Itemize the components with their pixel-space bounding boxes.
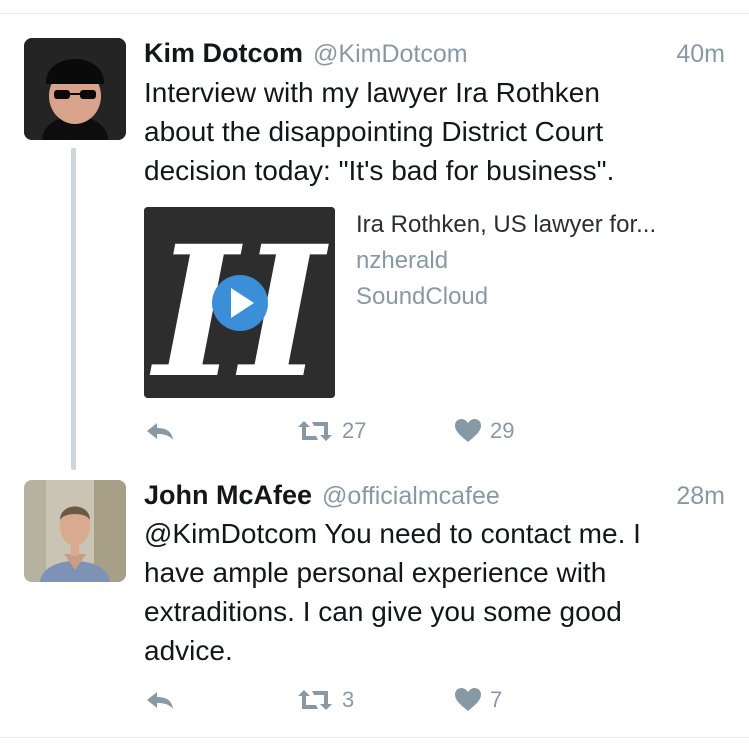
media-card-meta[interactable]: Ira Rothken, US lawyer for... nzherald S… [356,207,656,315]
retweet-icon [298,690,332,710]
tweet-line: have ample personal experience with [144,557,607,588]
reply-icon [147,692,173,709]
retweet-count: 27 [342,418,367,443]
avatar[interactable] [24,480,126,582]
like-button[interactable]: 29 [454,414,514,448]
heart-icon [455,419,481,442]
tweet-line: about the disappointing District Court [144,116,604,147]
author-handle[interactable]: @KimDotcom [313,40,468,69]
timestamp[interactable]: 28m [676,482,725,511]
card-source: nzherald [356,247,449,274]
author-handle[interactable]: @officialmcafee [322,482,500,511]
retweet-icon [298,421,332,441]
tweet-line: advice. [144,635,233,666]
top-divider [0,13,749,14]
reply-icon [147,423,173,440]
author-name[interactable]: John McAfee [144,480,312,511]
tweet-text: @KimDotcom You need to contact me. I hav… [144,514,729,670]
retweet-button[interactable]: 27 [296,414,366,448]
tweet-line: @KimDotcom You need to contact me. I [144,518,641,549]
tweet-line: decision today: "It's bad for business". [144,155,615,186]
avatar[interactable] [24,38,126,140]
like-count: 29 [490,418,515,443]
bottom-divider [0,737,749,738]
timeline: Kim Dotcom @KimDotcom 40m Interview with… [0,0,749,749]
tweet-line: Interview with my lawyer Ira Rothken [144,77,600,108]
heart-icon [455,688,481,711]
thread-connector [71,148,76,470]
like-count: 7 [490,687,503,712]
author-name[interactable]: Kim Dotcom [144,38,303,69]
timestamp[interactable]: 40m [676,40,725,69]
like-button[interactable]: 7 [454,683,502,717]
retweet-button[interactable]: 3 [296,683,354,717]
media-card-thumbnail[interactable]: H [144,207,335,398]
card-provider: SoundCloud [356,283,489,310]
tweet-text: Interview with my lawyer Ira Rothken abo… [144,73,729,190]
tweet-line: extraditions. I can give you some good [144,596,622,627]
retweet-count: 3 [342,687,355,712]
card-title: Ira Rothken, US lawyer for... [356,211,657,238]
reply-button[interactable] [144,683,176,717]
reply-button[interactable] [144,414,176,448]
